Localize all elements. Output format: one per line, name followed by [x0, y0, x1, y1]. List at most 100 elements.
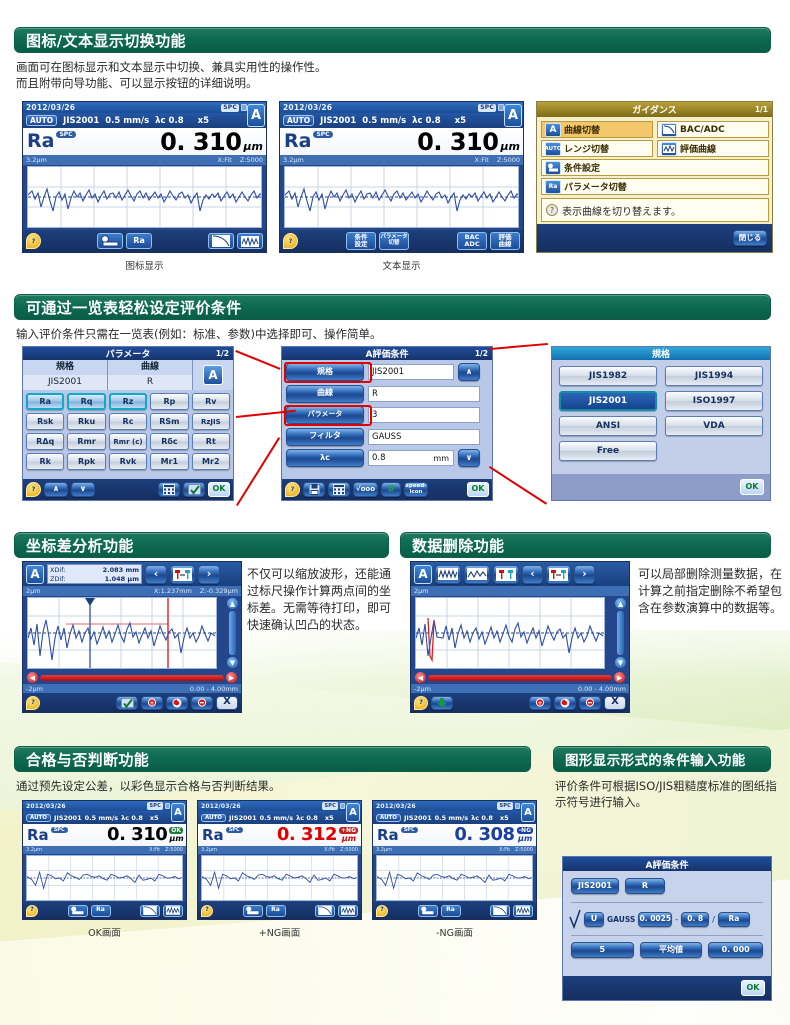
close-button[interactable]: 閉じる: [733, 230, 767, 246]
param-key[interactable]: Ra: [26, 393, 65, 410]
edit-icon[interactable]: [183, 482, 205, 497]
help-icon[interactable]: ?: [201, 904, 213, 917]
curve-toggle-button[interactable]: A: [171, 802, 185, 822]
standard-key-jis2001[interactable]: JIS2001: [559, 391, 657, 411]
param-key[interactable]: Rmr: [67, 433, 106, 450]
zoom-in-icon[interactable]: +: [529, 695, 551, 710]
eval-row-1[interactable]: 曲線 R: [286, 384, 480, 403]
param-key[interactable]: Mr1: [150, 453, 189, 470]
parameter-toggle-icon[interactable]: Ra: [440, 904, 461, 917]
eval-row-value[interactable]: GAUSS: [368, 428, 480, 445]
data-delete-screen[interactable]: A ‹ › 2μm ▲ ▼ ◀ ▶ -2μm 0.00 - 4.00mm ? +…: [410, 561, 630, 713]
scroll-down-button[interactable]: ∨: [71, 482, 95, 497]
ok-button[interactable]: OK: [741, 980, 765, 996]
curve-toggle-button[interactable]: A: [414, 564, 432, 584]
param-key[interactable]: Rt: [191, 433, 230, 450]
guidance-item-3[interactable]: 評価曲線: [657, 140, 769, 157]
help-icon[interactable]: ?: [414, 695, 428, 710]
guidance-item-1[interactable]: BAC/ADC: [657, 121, 769, 138]
scroll-up-button[interactable]: ∧: [458, 363, 480, 381]
param-key[interactable]: Rδc: [150, 433, 189, 450]
prev-cursor-button[interactable]: ‹: [145, 564, 167, 584]
standard-list-screen[interactable]: 規格 JIS1982 JIS1994 JIS2001 ISO1997 ANSI …: [551, 346, 771, 501]
eval-row-4[interactable]: λc 0.8 mm ∨: [286, 449, 480, 467]
next-cursor-button[interactable]: ›: [574, 564, 595, 584]
help-icon[interactable]: ?: [376, 904, 388, 917]
scroll-down-icon[interactable]: ▼: [227, 657, 238, 668]
coordinate-diff-screen[interactable]: A XDif: 2.083 mm ZDif: 1.048 μm ‹ › 2μm X:…: [22, 561, 242, 713]
eval-row-label[interactable]: フィルタ: [286, 427, 364, 446]
lambda-s-button[interactable]: 0. 0025: [638, 911, 673, 927]
rotate-icon[interactable]: [554, 695, 576, 710]
scroll-thumb[interactable]: [229, 611, 236, 655]
curve-toggle-button[interactable]: A: [521, 802, 535, 822]
speed-icon[interactable]: speed-icon: [404, 482, 428, 497]
eval-curve-icon[interactable]: [237, 233, 263, 249]
scroll-left-icon[interactable]: ◀: [27, 672, 38, 683]
standard-key-ansi[interactable]: ANSI: [559, 416, 657, 436]
condition-setting-button[interactable]: 条件 設定: [346, 232, 376, 250]
wave-all-icon[interactable]: [435, 564, 461, 584]
param-key[interactable]: Rv: [191, 393, 230, 410]
calc-icon[interactable]: [158, 482, 180, 497]
eval-curve-icon[interactable]: [163, 904, 183, 917]
eval-curve-icon[interactable]: [338, 904, 358, 917]
mode-pill[interactable]: AUTO: [376, 813, 401, 822]
zoom-out-icon[interactable]: [191, 695, 213, 710]
average-button[interactable]: 平均値: [639, 942, 703, 958]
bac-adc-icon[interactable]: [208, 233, 234, 249]
vertical-scroll[interactable]: ▲ ▼: [227, 598, 238, 668]
eval-curve-button[interactable]: 評価 曲線: [490, 232, 520, 250]
help-icon[interactable]: ?: [283, 233, 298, 249]
graphic-condition-screen[interactable]: A評価条件 JIS2001 R U GAUSS 0. 0025 - 0. 8 /…: [562, 856, 772, 1001]
mode-pill[interactable]: AUTO: [201, 813, 226, 822]
vertical-scroll[interactable]: ▲ ▼: [615, 598, 626, 668]
ok-button[interactable]: OK: [740, 479, 764, 495]
parameter-toggle-button[interactable]: パラメータ 切替: [379, 232, 409, 250]
eval-row-value[interactable]: R: [368, 385, 480, 402]
meter-screen-text-display[interactable]: 2012/03/26 SPC AUTO JIS2001 0.5 mm/s λc …: [279, 101, 524, 253]
roughness-symbol-icon[interactable]: √ooo: [353, 482, 378, 497]
meter-screen-icon-display[interactable]: 2012/03/26 SPC AUTO JIS2001 0.5 mm/s λc …: [22, 101, 267, 253]
save-icon[interactable]: [303, 482, 325, 497]
condition-setting-icon[interactable]: [242, 904, 263, 917]
eval-row-label[interactable]: λc: [286, 449, 364, 467]
scroll-up-button[interactable]: ∧: [44, 482, 68, 497]
param-key[interactable]: Rk: [26, 453, 65, 470]
prev-cursor-button[interactable]: ‹: [522, 564, 543, 584]
condition-setting-icon[interactable]: [67, 904, 88, 917]
b-mode-icon[interactable]: B: [381, 482, 401, 497]
guidance-item-2[interactable]: AUTO レンジ切替: [541, 140, 653, 157]
cursor-swap-icon[interactable]: [170, 564, 195, 584]
standard-key-jis1982[interactable]: JIS1982: [559, 366, 657, 386]
help-icon[interactable]: ?: [26, 695, 40, 710]
sample-count-button[interactable]: 5: [571, 942, 634, 958]
guidance-item-0[interactable]: A 曲線切替: [541, 121, 653, 138]
param-key[interactable]: Rmr (c): [108, 433, 148, 450]
param-key[interactable]: Rp: [150, 393, 189, 410]
edit-icon[interactable]: [116, 695, 138, 710]
parameter-toggle-icon[interactable]: Ra: [90, 904, 111, 917]
rotate-icon[interactable]: [166, 695, 188, 710]
mode-pill[interactable]: AUTO: [283, 115, 315, 126]
eval-row-3[interactable]: フィルタ GAUSS: [286, 427, 480, 446]
pins-icon[interactable]: [493, 564, 519, 584]
parameter-button[interactable]: Ra: [717, 911, 750, 927]
param-key[interactable]: Mr2: [191, 453, 230, 470]
eval-row-value[interactable]: 0.8 mm: [368, 450, 454, 466]
param-key[interactable]: Rku: [67, 413, 106, 430]
bac-adc-icon[interactable]: [490, 904, 510, 917]
param-key[interactable]: Rpk: [67, 453, 106, 470]
wave-part-icon[interactable]: [464, 564, 490, 584]
curve-toggle-button[interactable]: A: [346, 802, 360, 822]
ok-button[interactable]: OK: [208, 482, 230, 497]
bac-adc-icon[interactable]: [315, 904, 335, 917]
help-icon[interactable]: ?: [26, 904, 38, 917]
bac-adc-button[interactable]: BAC ADC: [457, 232, 487, 250]
param-key[interactable]: Rc: [108, 413, 148, 430]
condition-setting-icon[interactable]: [97, 233, 123, 249]
curve-button[interactable]: R: [625, 878, 665, 894]
mode-pill[interactable]: AUTO: [26, 813, 51, 822]
bac-adc-icon[interactable]: [140, 904, 160, 917]
close-button[interactable]: X: [604, 695, 626, 710]
